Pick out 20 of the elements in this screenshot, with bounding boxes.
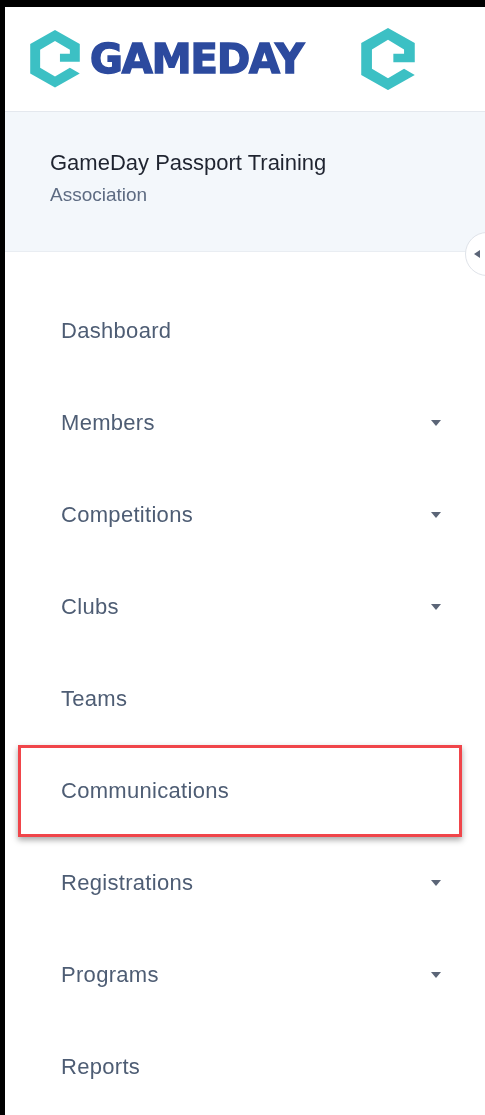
menu-item[interactable]: Clubs [61,594,119,620]
caret-icon [431,420,441,426]
menu-item[interactable]: Teams [61,686,128,712]
menu-item[interactable]: Registrations [61,870,194,896]
organisation-name: GameDay Passport Training [50,150,328,176]
hexagon-logo-icon [30,30,80,88]
menu-item[interactable]: Communications [61,778,230,804]
brand-wordmark: GAMEDAY [90,36,304,82]
caret-icon [431,604,441,610]
menu-item[interactable]: Members [61,410,155,436]
menu-item[interactable]: Reports [61,1054,141,1080]
hexagon-logo-icon [361,27,416,91]
caret-icon [431,512,441,518]
caret-icon [431,972,441,978]
organisation-type: Association [50,184,149,206]
menu-item[interactable]: Programs [61,962,159,988]
left-arrow-icon [474,250,480,258]
menu-item[interactable]: Dashboard [61,318,172,344]
caret-icon [431,880,441,886]
menu-item[interactable]: Competitions [61,502,193,528]
